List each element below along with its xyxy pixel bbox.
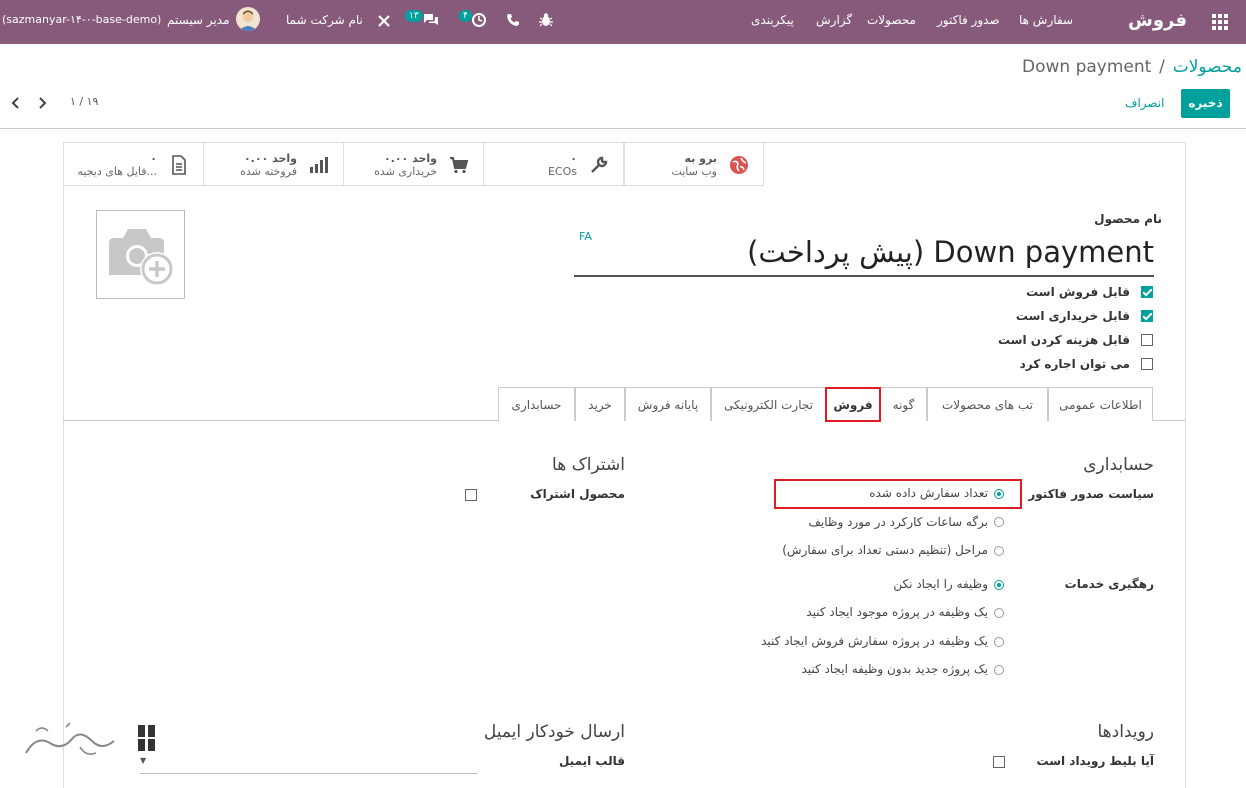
service-tracking-new-project-radio[interactable] <box>994 665 1004 675</box>
can-be-expensed-checkbox[interactable] <box>1141 334 1153 346</box>
tab-accounting[interactable]: حسابداری <box>498 387 575 421</box>
can-be-sold-checkbox[interactable] <box>1141 286 1153 298</box>
service-tracking-no-task-radio[interactable] <box>994 580 1004 590</box>
stat-button-ecos[interactable]: ۰ ECOs <box>484 143 624 186</box>
tab-variants[interactable]: گونه <box>880 387 927 421</box>
breadcrumb-products-link[interactable]: محصولات <box>1173 57 1242 77</box>
service-tracking-so-project-label[interactable]: یک وظیفه در پروژه سفارش فروش ایجاد کنید <box>761 634 988 648</box>
breadcrumb-separator: / <box>1159 57 1165 77</box>
camera-add-icon <box>109 229 174 286</box>
events-section-title: رویدادها <box>1097 722 1154 742</box>
pager-value[interactable]: ۱ / ۱۹ <box>70 95 98 108</box>
file-icon <box>169 155 189 175</box>
stat-button-website[interactable]: برو به وب سایت <box>624 143 764 186</box>
menu-products[interactable]: محصولات <box>867 13 916 27</box>
stat-button-purchased[interactable]: ۰.۰۰ واحد خریداری شده <box>344 143 484 186</box>
email-template-select[interactable]: ▼ <box>140 752 477 774</box>
app-name[interactable]: فروش <box>1128 10 1187 31</box>
tab-purchase[interactable]: خرید <box>575 387 625 421</box>
watermark-logo <box>22 717 167 767</box>
service-tracking-new-project-label[interactable]: یک پروژه جدید بدون وظیفه ایجاد کنید <box>801 662 988 676</box>
product-name-input[interactable]: Down payment (پیش پرداخت) <box>574 231 1154 277</box>
product-name-label: نام محصول <box>1094 212 1162 226</box>
email-template-label: قالب ایمیل <box>558 754 625 768</box>
invoice-policy-timesheet-radio[interactable] <box>994 517 1004 527</box>
tab-ecommerce[interactable]: تجارت الکترونیکی <box>711 387 826 421</box>
auto-email-section-title: ارسال خودکار ایمیل <box>483 722 625 742</box>
sales-tab-highlight <box>825 387 881 422</box>
menu-reporting[interactable]: گزارش <box>816 13 852 27</box>
can-be-sold-label: قابل فروش است <box>1026 285 1130 299</box>
apps-menu-icon[interactable] <box>1212 14 1228 30</box>
breadcrumb: Down payment / محصولات <box>1022 57 1242 77</box>
top-navbar: فروش سفارش ها صدور فاکتور محصولات گزارش … <box>0 0 1246 44</box>
control-panel-divider <box>0 128 1246 129</box>
stat-button-digital-files[interactable]: ۰ فایل های دیجیه... <box>64 143 204 186</box>
phone-icon[interactable] <box>506 13 520 27</box>
accounting-section-title: حسابداری <box>1083 455 1154 475</box>
bug-icon[interactable] <box>539 12 553 28</box>
can-be-rented-checkbox[interactable] <box>1141 358 1153 370</box>
globe-icon <box>729 155 749 175</box>
menu-configuration[interactable]: پیکربندی <box>751 13 794 27</box>
message-count-badge: ۱۳ <box>405 10 423 22</box>
activity-count-badge: ۴ <box>459 10 472 22</box>
service-tracking-no-task-label[interactable]: وظیفه را ایجاد نکن <box>893 577 988 591</box>
wrench-icon <box>589 155 609 175</box>
invoice-policy-milestones-radio[interactable] <box>994 546 1004 556</box>
bar-chart-icon <box>309 155 329 175</box>
company-switcher[interactable]: نام شرکت شما <box>286 13 363 27</box>
messages-icon[interactable] <box>423 13 439 27</box>
cart-icon <box>449 155 469 175</box>
tab-general-info[interactable]: اطلاعات عمومی <box>1048 387 1153 421</box>
service-tracking-so-project-radio[interactable] <box>994 637 1004 647</box>
save-button[interactable]: ذخیره <box>1181 89 1230 118</box>
database-name: (sazmanyar-۱۴-۰-base-demo) <box>2 13 162 26</box>
service-tracking-label: رهگیری خدمات <box>1064 577 1154 591</box>
subscriptions-section-title: اشتراک ها <box>552 455 625 475</box>
can-be-purchased-label: قابل خریداری است <box>1015 309 1130 323</box>
service-tracking-existing-project-radio[interactable] <box>994 608 1004 618</box>
tab-pos[interactable]: پایانه فروش <box>625 387 711 421</box>
user-name[interactable]: مدیر سیستم <box>167 13 230 27</box>
is-event-ticket-checkbox[interactable] <box>993 756 1005 768</box>
invoice-policy-timesheet-label[interactable]: برگه ساعات کارکرد در مورد وظایف <box>808 515 988 529</box>
is-event-ticket-label: آیا بلیط رویداد است <box>1036 754 1154 768</box>
user-avatar[interactable] <box>236 7 260 31</box>
invoice-policy-label: سیاست صدور فاکتور <box>1028 487 1154 501</box>
activity-icon[interactable] <box>471 12 487 28</box>
discard-button[interactable]: انصراف <box>1125 89 1164 118</box>
product-image[interactable] <box>96 210 185 299</box>
service-tracking-existing-project-label[interactable]: یک وظیفه در پروژه موجود ایجاد کنید <box>806 605 988 619</box>
can-be-rented-label: می توان اجاره کرد <box>1019 357 1130 371</box>
tools-icon[interactable] <box>377 14 391 28</box>
can-be-purchased-checkbox[interactable] <box>1141 310 1153 322</box>
invoice-policy-highlight <box>774 479 1022 509</box>
menu-invoicing[interactable]: صدور فاکتور <box>937 13 1000 27</box>
tab-product-tabs[interactable]: تب های محصولات <box>927 387 1048 421</box>
stat-button-sold[interactable]: ۰.۰۰ واحد فروخته شده <box>204 143 344 186</box>
pager-next-icon[interactable] <box>36 96 48 110</box>
breadcrumb-current: Down payment <box>1022 57 1152 77</box>
can-be-expensed-label: قابل هزینه کردن است <box>997 333 1130 347</box>
subscription-product-checkbox[interactable] <box>465 489 477 501</box>
pager-prev-icon[interactable] <box>10 96 22 110</box>
menu-orders[interactable]: سفارش ها <box>1019 13 1073 27</box>
invoice-policy-milestones-label[interactable]: مراحل (تنظیم دستی تعداد برای سفارش) <box>782 543 988 557</box>
subscription-product-label: محصول اشتراک <box>530 487 625 501</box>
